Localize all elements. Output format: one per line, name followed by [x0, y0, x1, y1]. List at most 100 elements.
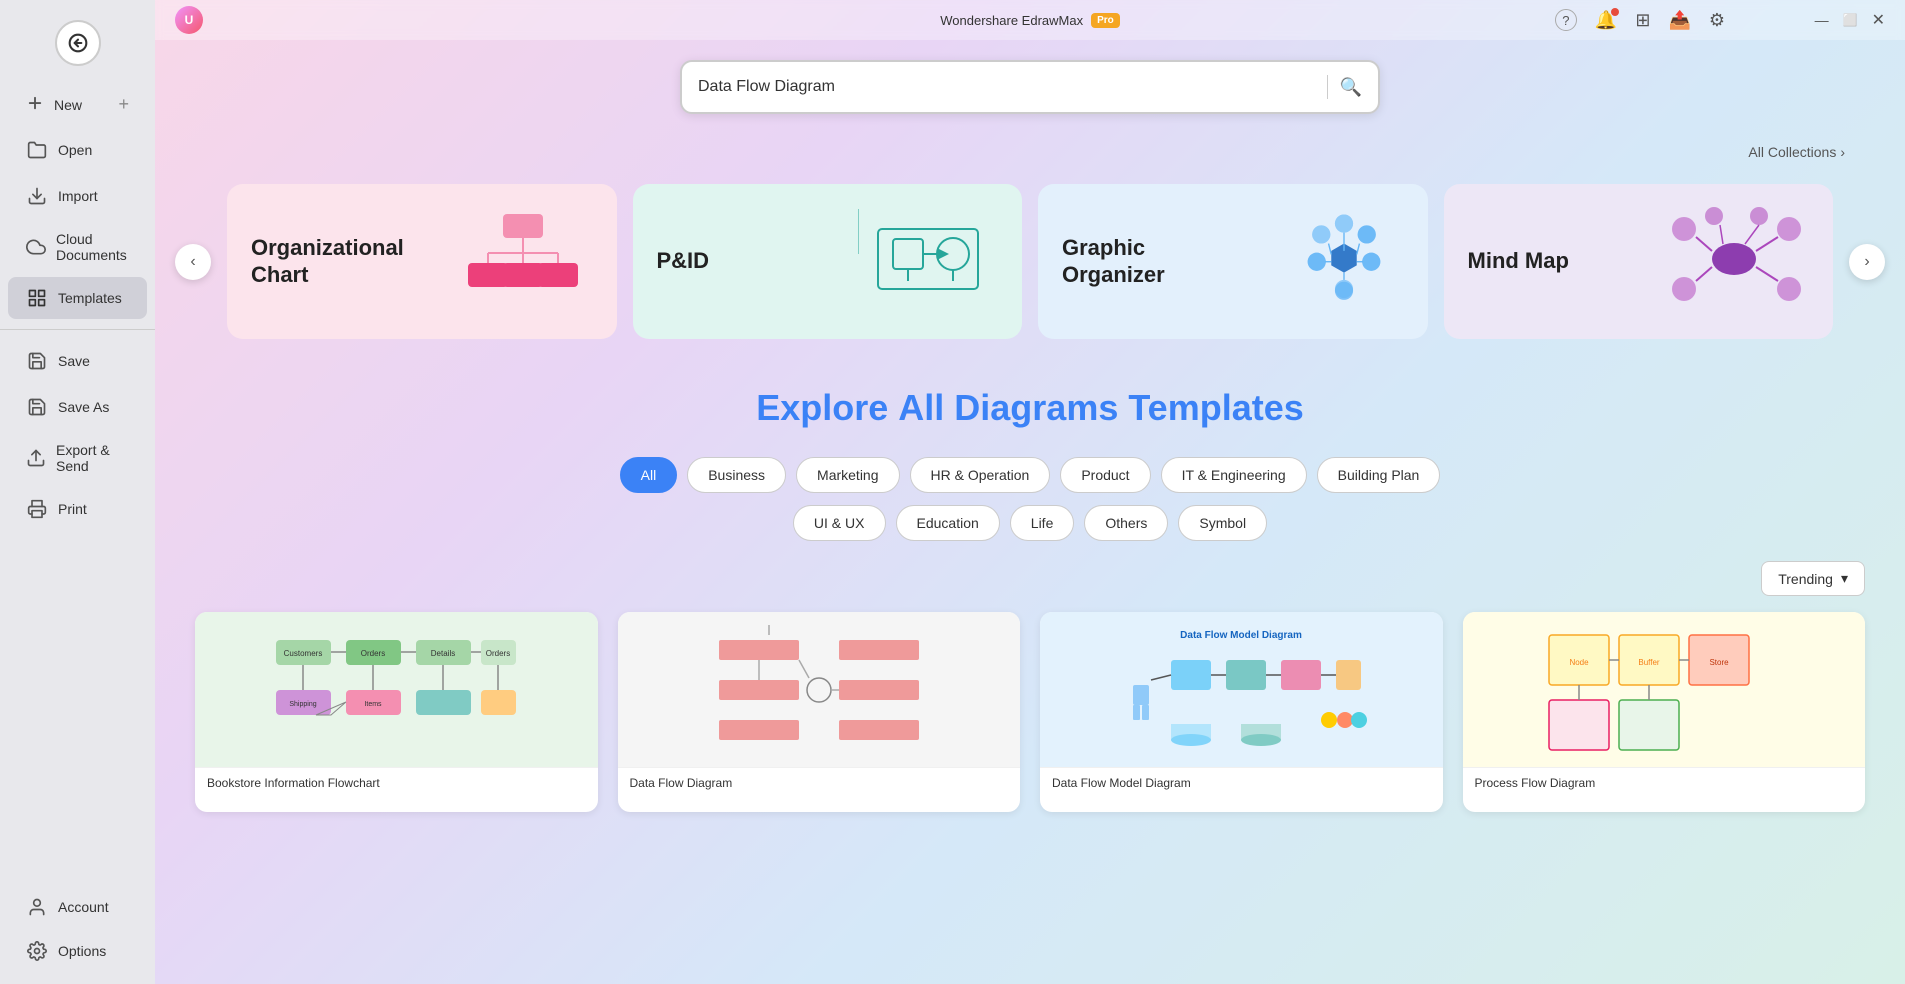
chevron-down-icon: ▾	[1841, 570, 1848, 587]
explore-title: Explore All Diagrams Templates	[195, 387, 1865, 429]
search-icon[interactable]: 🔍	[1340, 77, 1362, 98]
sidebar-item-open[interactable]: Open	[8, 129, 147, 171]
printer-icon	[26, 498, 48, 520]
filter-business[interactable]: Business	[687, 457, 786, 493]
filter-all[interactable]: All	[620, 457, 678, 493]
grid-card-bookstore-image: Customers Orders Details Orders Shipping	[195, 612, 598, 767]
filter-others[interactable]: Others	[1084, 505, 1168, 541]
close-button[interactable]: ✕	[1872, 10, 1885, 30]
settings-icon[interactable]: ⚙	[1709, 10, 1725, 31]
sidebar-save-as-label: Save As	[58, 399, 109, 415]
sidebar-item-cloud[interactable]: Cloud Documents	[8, 221, 147, 273]
grid-card-bookstore-label: Bookstore Information Flowchart	[195, 767, 598, 798]
save-icon	[26, 350, 48, 372]
app-title-area: Wondershare EdrawMax Pro	[940, 13, 1120, 28]
new-plus-icon: +	[118, 94, 129, 115]
options-gear-icon	[26, 940, 48, 962]
filter-marketing[interactable]: Marketing	[796, 457, 899, 493]
org-chart-image	[453, 209, 593, 315]
svg-text:Customers: Customers	[284, 649, 323, 658]
sidebar-divider	[0, 329, 155, 330]
all-collections-area: All Collections ›	[155, 144, 1905, 176]
search-input[interactable]	[698, 78, 1315, 96]
sidebar-item-new[interactable]: New +	[8, 84, 147, 125]
grid-card-dfd2-label: Data Flow Diagram	[618, 767, 1021, 798]
carousel-next-button[interactable]: ›	[1849, 244, 1885, 280]
svg-text:Items: Items	[365, 701, 383, 708]
template-card-graphic-organizer[interactable]: Graphic Organizer	[1038, 184, 1428, 339]
grid-card-process-flow[interactable]: Node Buffer Store Process Flow Diagram	[1463, 612, 1866, 812]
grid-card-process-flow-image: Node Buffer Store	[1463, 612, 1866, 767]
sidebar-item-print[interactable]: Print	[8, 488, 147, 530]
template-grid: Customers Orders Details Orders Shipping	[155, 612, 1905, 852]
sidebar-print-label: Print	[58, 501, 87, 517]
org-chart-label: Organizational Chart	[251, 235, 411, 288]
mind-map-image	[1659, 204, 1809, 320]
filter-education[interactable]: Education	[896, 505, 1000, 541]
minimize-button[interactable]: —	[1815, 12, 1829, 28]
sidebar-item-save-as[interactable]: Save As	[8, 386, 147, 428]
sidebar-item-templates[interactable]: Templates	[8, 277, 147, 319]
sidebar-new-label: New	[54, 97, 82, 113]
sidebar-item-save[interactable]: Save	[8, 340, 147, 382]
folder-icon	[26, 139, 48, 161]
trending-label: Trending	[1778, 571, 1833, 587]
share-icon[interactable]: 📤	[1668, 10, 1690, 31]
filter-building[interactable]: Building Plan	[1317, 457, 1441, 493]
svg-text:Node: Node	[1569, 658, 1589, 667]
pid-label: P&ID	[657, 248, 710, 274]
mind-map-label: Mind Map	[1468, 248, 1569, 274]
sidebar-export-label: Export & Send	[56, 442, 129, 474]
svg-text:Buffer: Buffer	[1638, 658, 1660, 667]
filter-buttons-row2: UI & UX Education Life Others Symbol	[195, 505, 1865, 541]
template-card-pid[interactable]: P&ID	[633, 184, 1023, 339]
main-content: U Wondershare EdrawMax Pro ? 🔔 ⊞ 📤 ⚙ — ⬜…	[155, 0, 1905, 984]
filter-it[interactable]: IT & Engineering	[1161, 457, 1307, 493]
svg-text:Store: Store	[1709, 658, 1729, 667]
download-icon	[26, 185, 48, 207]
template-card-org-chart[interactable]: Organizational Chart	[227, 184, 617, 339]
app-title: Wondershare EdrawMax	[940, 13, 1083, 28]
graphic-organizer-image	[1284, 209, 1404, 315]
sidebar-item-account[interactable]: Account	[8, 886, 147, 928]
grid-card-data-flow-model[interactable]: Data Flow Model Diagram	[1040, 612, 1443, 812]
trending-dropdown[interactable]: Trending ▾	[1761, 561, 1865, 596]
grid-card-data-flow-model-label: Data Flow Model Diagram	[1040, 767, 1443, 798]
notification-icon[interactable]: 🔔	[1595, 10, 1617, 31]
trending-area: Trending ▾	[155, 561, 1905, 612]
grid-icon[interactable]: ⊞	[1635, 10, 1650, 31]
help-icon[interactable]: ?	[1555, 9, 1577, 31]
titlebar: U Wondershare EdrawMax Pro ? 🔔 ⊞ 📤 ⚙ — ⬜…	[155, 0, 1905, 40]
filter-life[interactable]: Life	[1010, 505, 1075, 541]
svg-text:Data Flow Model Diagram: Data Flow Model Diagram	[1180, 630, 1302, 641]
window-controls: — ⬜ ✕	[1815, 10, 1885, 30]
svg-text:Orders: Orders	[486, 649, 510, 658]
filter-symbol[interactable]: Symbol	[1178, 505, 1267, 541]
plus-icon	[26, 94, 44, 115]
all-collections-link[interactable]: All Collections ›	[215, 144, 1845, 160]
maximize-button[interactable]: ⬜	[1843, 13, 1858, 27]
user-icon	[26, 896, 48, 918]
sidebar-options-label: Options	[58, 943, 106, 959]
sidebar: New + Open Import Cloud Documents Templa…	[0, 0, 155, 984]
filter-ui[interactable]: UI & UX	[793, 505, 886, 541]
sidebar-save-label: Save	[58, 353, 90, 369]
grid-card-dfd2[interactable]: Data Flow Diagram	[618, 612, 1021, 812]
sidebar-item-options[interactable]: Options	[8, 930, 147, 972]
carousel-prev-button[interactable]: ‹	[175, 244, 211, 280]
template-card-mind-map[interactable]: Mind Map	[1444, 184, 1834, 339]
template-cards-container: Organizational Chart	[211, 176, 1849, 347]
sidebar-templates-label: Templates	[58, 290, 122, 306]
avatar: U	[175, 6, 203, 34]
grid-card-bookstore[interactable]: Customers Orders Details Orders Shipping	[195, 612, 598, 812]
sidebar-item-export[interactable]: Export & Send	[8, 432, 147, 484]
sidebar-bottom: Account Options	[0, 884, 155, 974]
filter-hr[interactable]: HR & Operation	[910, 457, 1051, 493]
filter-product[interactable]: Product	[1060, 457, 1150, 493]
back-button[interactable]	[55, 20, 101, 66]
template-carousel: ‹ Organizational Chart	[155, 176, 1905, 347]
svg-text:Details: Details	[431, 649, 455, 658]
notification-dot	[1611, 8, 1619, 16]
sidebar-item-import[interactable]: Import	[8, 175, 147, 217]
svg-text:Shipping: Shipping	[290, 701, 317, 708]
